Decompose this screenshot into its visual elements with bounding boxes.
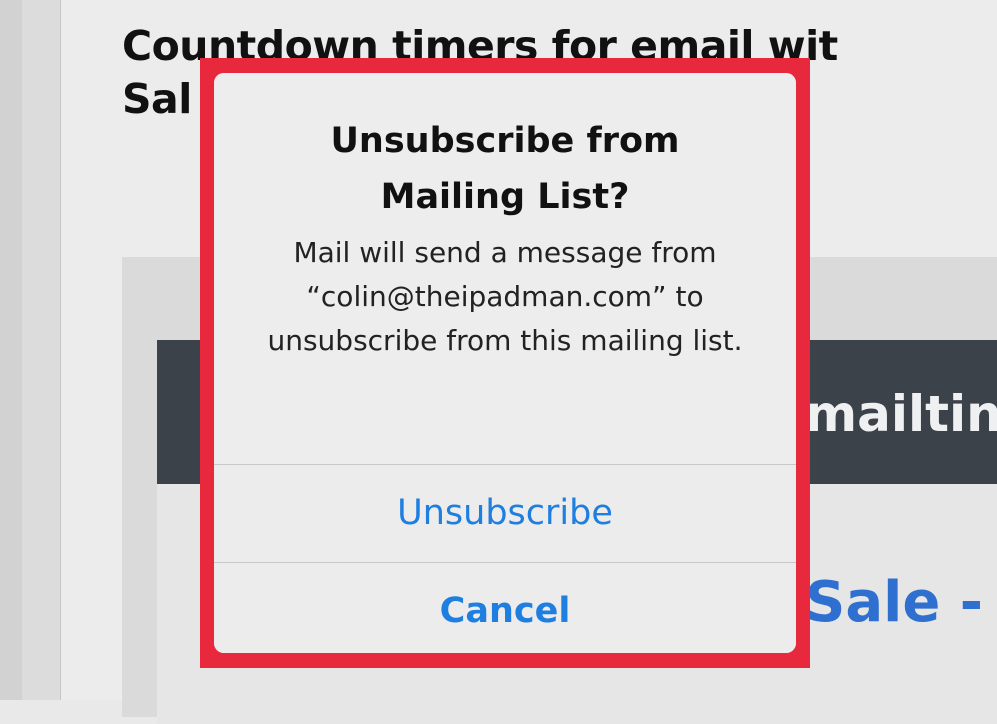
cancel-button[interactable]: Cancel [214, 563, 796, 653]
email-header-text: mailtin [805, 385, 997, 443]
unsubscribe-button[interactable]: Unsubscribe [214, 465, 796, 563]
unsubscribe-alert-dialog: Unsubscribe from Mailing List? Mail will… [214, 73, 796, 653]
sale-heading-text: Sale - [805, 570, 984, 635]
sale-heading: Sale - [805, 570, 983, 635]
sidebar-panel [22, 0, 61, 700]
alert-title: Unsubscribe from Mailing List? [330, 121, 680, 217]
sidebar-edge [0, 0, 22, 700]
alert-body: Unsubscribe from Mailing List? Mail will… [214, 73, 796, 465]
alert-message: Mail will send a message from “colin@the… [267, 236, 743, 357]
